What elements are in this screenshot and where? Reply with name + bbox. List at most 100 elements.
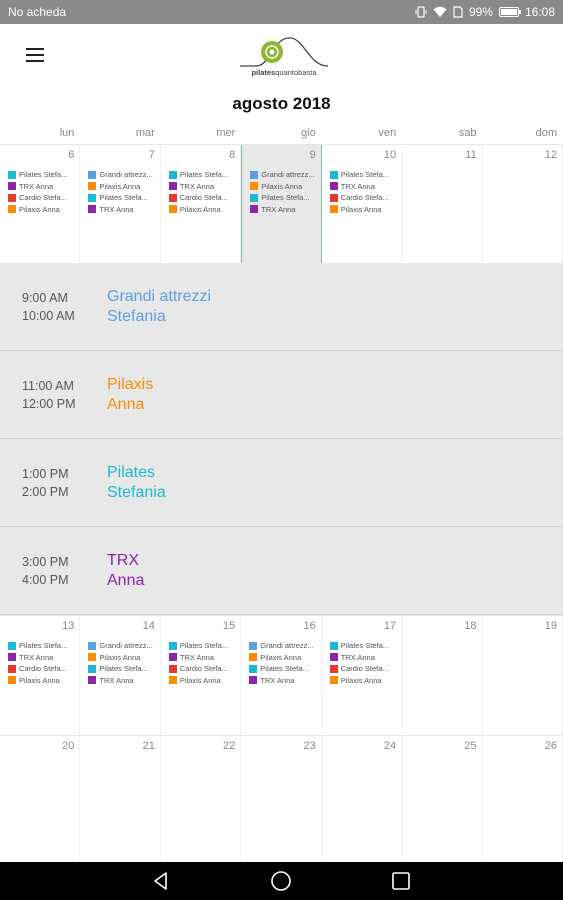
event-chip[interactable]: Pilates Stefa... xyxy=(329,640,397,652)
event-chip[interactable]: Pilates Stefa... xyxy=(249,663,316,675)
event-chip[interactable]: Grandi attrezz... xyxy=(250,169,316,181)
event-color-swatch xyxy=(88,205,97,214)
event-color-swatch xyxy=(249,653,258,662)
event-chip[interactable]: Grandi attrezz... xyxy=(88,640,155,652)
event-chip[interactable]: Cardio Stefa... xyxy=(8,192,75,204)
event-chip[interactable]: TRX Anna xyxy=(249,675,316,687)
event-chip[interactable]: Pilaxis Anna xyxy=(329,204,397,216)
event-chip[interactable]: TRX Anna xyxy=(329,181,397,193)
event-label: TRX Anna xyxy=(340,181,375,191)
event-chip[interactable]: Cardio Stefa... xyxy=(168,192,236,204)
event-chip[interactable]: Cardio Stefa... xyxy=(329,192,397,204)
day-events: Pilates Stefa... TRX Anna Cardio Stefa... P… xyxy=(168,640,236,687)
day-cell[interactable]: 7 Grandi attrezz... Pilaxis Anna Pilates St… xyxy=(80,145,161,263)
event-chip[interactable]: Cardio Stefa... xyxy=(168,663,236,675)
schedule-slot[interactable]: 3:00 PM 4:00 PM TRX Anna xyxy=(0,527,563,615)
event-chip[interactable]: Pilaxis Anna xyxy=(8,204,75,216)
event-color-swatch xyxy=(250,182,259,191)
sim-icon xyxy=(453,6,463,18)
app-bar: pilatesquantobasta xyxy=(0,24,563,86)
event-chip[interactable]: Pilaxis Anna xyxy=(8,675,75,687)
slot-class-name: Grandi attrezzi xyxy=(107,288,212,305)
event-chip[interactable]: Cardio Stefa... xyxy=(329,663,397,675)
event-chip[interactable]: TRX Anna xyxy=(88,675,155,687)
day-cell[interactable]: 10 Pilates Stefa... TRX Anna Cardio Stefa..… xyxy=(322,145,403,263)
day-cell[interactable]: 18 xyxy=(402,616,483,735)
event-chip[interactable]: Pilates Stefa... xyxy=(168,640,236,652)
day-number: 24 xyxy=(383,740,397,752)
event-chip[interactable]: Pilaxis Anna xyxy=(88,652,155,664)
event-chip[interactable]: Pilates Stefa... xyxy=(168,169,236,181)
day-number: 17 xyxy=(383,620,397,632)
day-cell[interactable]: 11 xyxy=(402,145,483,263)
event-chip[interactable]: Pilates Stefa... xyxy=(250,192,316,204)
schedule-slot[interactable]: 11:00 AM 12:00 PM Pilaxis Anna xyxy=(0,351,563,439)
day-cell[interactable]: 9 Grandi attrezz... Pilaxis Anna Pilates St… xyxy=(241,145,322,263)
day-events: Grandi attrezz... Pilaxis Anna Pilates Ste… xyxy=(249,640,316,686)
event-chip[interactable]: Pilaxis Anna xyxy=(88,181,155,193)
back-icon[interactable] xyxy=(148,868,174,894)
event-label: Cardio Stefa... xyxy=(340,193,389,203)
slot-class-name: TRX xyxy=(107,552,139,569)
event-color-swatch xyxy=(8,641,16,650)
event-chip[interactable]: TRX Anna xyxy=(88,204,155,216)
event-chip[interactable]: TRX Anna xyxy=(168,181,236,193)
event-color-swatch xyxy=(88,653,97,662)
day-cell[interactable]: 6 Pilates Stefa... TRX Anna Cardio Stefa...… xyxy=(0,145,81,263)
schedule-slot[interactable]: 9:00 AM 10:00 AM Grandi attrezzi Stefania xyxy=(0,263,563,351)
day-cell[interactable]: 13 Pilates Stefa... TRX Anna Cardio Stefa..… xyxy=(0,616,81,735)
day-cell[interactable]: 22 xyxy=(161,736,242,862)
schedule-slot[interactable]: 1:00 PM 2:00 PM Pilates Stefania xyxy=(0,439,563,527)
event-color-swatch xyxy=(88,664,97,673)
event-chip[interactable]: TRX Anna xyxy=(8,652,75,664)
event-chip[interactable]: TRX Anna xyxy=(250,204,316,216)
event-color-swatch xyxy=(8,170,16,179)
event-color-swatch xyxy=(8,676,16,685)
day-cell[interactable]: 26 xyxy=(483,736,563,862)
event-chip[interactable]: Pilaxis Anna xyxy=(249,652,316,664)
day-cell[interactable]: 23 xyxy=(241,736,322,862)
day-cell[interactable]: 14 Grandi attrezz... Pilaxis Anna Pilates S… xyxy=(80,616,161,735)
battery-percent: 99% xyxy=(468,5,493,19)
event-chip[interactable]: Pilaxis Anna xyxy=(250,181,316,193)
event-label: Pilaxis Anna xyxy=(260,652,302,662)
event-chip[interactable]: TRX Anna xyxy=(168,652,236,664)
day-cell[interactable]: 15 Pilates Stefa... TRX Anna Cardio Stefa..… xyxy=(161,616,242,735)
logo-text: pilatesquantobasta xyxy=(251,68,317,77)
slot-class-name: Pilates xyxy=(107,464,156,481)
event-chip[interactable]: TRX Anna xyxy=(329,652,397,664)
event-label: Pilaxis Anna xyxy=(340,675,382,685)
day-cell[interactable]: 24 xyxy=(322,736,403,862)
day-cell[interactable]: 20 xyxy=(0,736,81,862)
hamburger-menu-icon[interactable] xyxy=(24,44,46,66)
day-cell[interactable]: 17 Pilates Stefa... TRX Anna Cardio Stefa..… xyxy=(322,616,403,735)
day-cell[interactable]: 25 xyxy=(402,736,483,862)
event-color-swatch xyxy=(8,653,16,662)
event-label: Pilates Stefa... xyxy=(340,641,390,651)
day-cell[interactable]: 16 Grandi attrezz... Pilaxis Anna Pilates S… xyxy=(241,616,322,735)
event-color-swatch xyxy=(88,182,97,191)
event-chip[interactable]: Cardio Stefa... xyxy=(8,663,75,675)
event-chip[interactable]: Pilaxis Anna xyxy=(168,675,236,687)
event-label: Grandi attrezz... xyxy=(261,170,315,180)
event-chip[interactable]: Grandi attrezz... xyxy=(88,169,155,181)
day-cell[interactable]: 21 xyxy=(80,736,161,862)
event-chip[interactable]: Pilates Stefa... xyxy=(329,169,397,181)
event-chip[interactable]: Pilates Stefa... xyxy=(8,169,75,181)
event-chip[interactable]: Pilaxis Anna xyxy=(168,204,236,216)
day-number: 7 xyxy=(148,149,155,161)
event-chip[interactable]: Pilates Stefa... xyxy=(88,192,155,204)
weekday-label: ven xyxy=(378,127,397,139)
event-chip[interactable]: Pilaxis Anna xyxy=(329,675,397,687)
recents-icon[interactable] xyxy=(388,868,414,894)
calendar-week: 20 21 22 23 24 25 26 xyxy=(0,735,563,862)
event-chip[interactable]: Grandi attrezz... xyxy=(249,640,316,652)
day-cell[interactable]: 12 xyxy=(483,145,563,263)
event-color-swatch xyxy=(329,641,338,650)
day-cell[interactable]: 19 xyxy=(483,616,563,735)
event-chip[interactable]: Pilates Stefa... xyxy=(88,663,155,675)
day-cell[interactable]: 8 Pilates Stefa... TRX Anna Cardio Stefa...… xyxy=(161,145,242,263)
event-chip[interactable]: TRX Anna xyxy=(8,181,75,193)
event-chip[interactable]: Pilates Stefa... xyxy=(8,640,75,652)
home-icon[interactable] xyxy=(268,868,294,894)
